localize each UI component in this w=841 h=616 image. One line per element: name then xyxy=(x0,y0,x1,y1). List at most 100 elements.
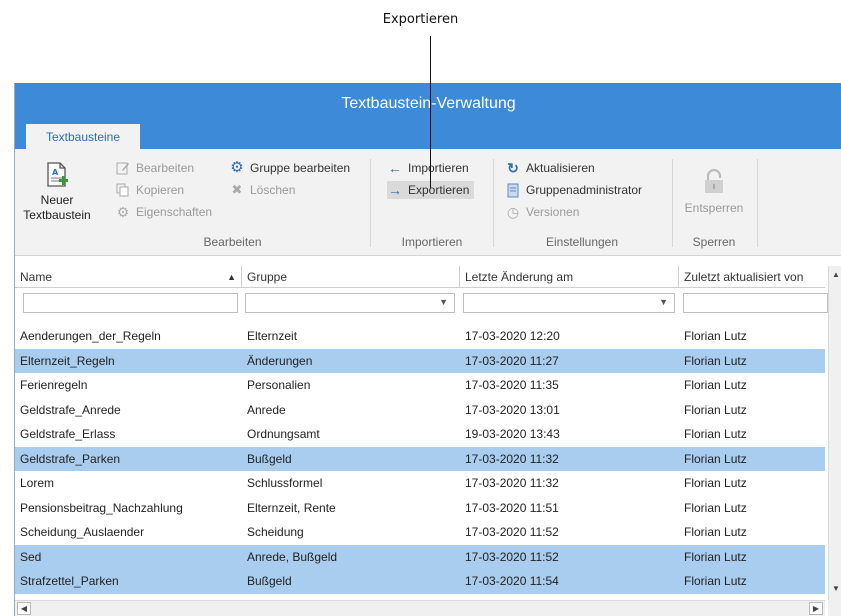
cell-von: Florian Lutz xyxy=(684,451,747,466)
cell-name: Scheidung_Auslaender xyxy=(20,525,145,539)
chevron-down-icon: ▼ xyxy=(439,297,448,307)
gear-icon: ⚙ xyxy=(230,159,244,176)
table-body: Aenderungen_der_Regeln Elternzeit 17-03-20… xyxy=(15,324,825,594)
vertical-scrollbar[interactable]: ▲ ▼ xyxy=(828,266,841,601)
window-title: Textbaustein-Verwaltung xyxy=(341,95,516,112)
callout-label: Exportieren xyxy=(382,12,459,27)
cell-name: Pensionsbeitrag_Nachzahlung xyxy=(20,500,183,515)
table-row[interactable]: Ferienregeln Personalien 17-03-2020 11:35 F… xyxy=(15,373,825,398)
cell-name: Strafzettel_Parken xyxy=(20,574,119,588)
aktualisieren-label: Aktualisieren xyxy=(526,161,595,175)
title-bar: Textbaustein-Verwaltung Textbausteine xyxy=(15,83,841,150)
textbaustein-table: Name ▲ Gruppe Letzte Änderung am Zuletzt… xyxy=(15,266,841,616)
app-window: Textbaustein-Verwaltung Textbausteine A … xyxy=(14,83,841,616)
cell-name: Elternzeit_Regeln xyxy=(20,353,115,368)
scrollbar-corner xyxy=(828,600,841,616)
table-row[interactable]: Aenderungen_der_Regeln Elternzeit 17-03-20… xyxy=(15,324,825,349)
gruppe-bearbeiten-label: Gruppe bearbeiten xyxy=(250,161,351,175)
scroll-down-icon[interactable]: ▼ xyxy=(832,584,840,593)
table-row[interactable]: Sed Anrede, Bußgeld 17-03-2020 11:52 Floria… xyxy=(15,544,825,569)
kopieren-label: Kopieren xyxy=(136,183,185,197)
cell-von: Florian Lutz xyxy=(684,378,747,392)
cell-gruppe: Anrede, Bußgeld xyxy=(247,549,338,564)
versionen-label: Versionen xyxy=(526,205,580,219)
table-row[interactable]: Elternzeit_Regeln Änderungen 17-03-2020 11… xyxy=(15,348,825,373)
table-row[interactable]: Scheidung_Auslaender Scheidung 17-03-2020 … xyxy=(15,520,825,545)
gruppenadministrator-label: Gruppenadministrator xyxy=(526,183,643,197)
cell-gruppe: Anrede xyxy=(247,402,286,417)
cell-gruppe: Bußgeld xyxy=(247,451,292,466)
table-row[interactable]: Geldstrafe_Erlass Ordnungsamt 19-03-2020 1… xyxy=(15,422,825,447)
table-row[interactable]: Lorem Schlussformel 17-03-2020 11:32 Floria… xyxy=(15,471,825,496)
cell-datum: 17-03-2020 11:52 xyxy=(465,525,559,539)
table-row[interactable]: Geldstrafe_Anrede Anrede 17-03-2020 13:01 F… xyxy=(15,398,825,423)
table-row[interactable]: Geldstrafe_Parken Bußgeld 17-03-2020 11:32… xyxy=(15,446,825,471)
cell-datum: 17-03-2020 13:01 xyxy=(465,402,560,417)
cell-gruppe: Elternzeit, Rente xyxy=(247,500,336,515)
bearbeiten-button[interactable]: Bearbeiten xyxy=(115,159,194,177)
tab-textbausteine[interactable]: Textbausteine xyxy=(25,123,141,150)
ribbon-group-importieren: ← Importieren → Exportieren Importieren xyxy=(377,157,487,251)
filter-gruppe-dropdown[interactable]: ▼ xyxy=(245,293,455,313)
loeschen-button[interactable]: ✖ Löschen xyxy=(229,181,296,199)
ribbon: A Neuer Textbaustein Bearbeiten Kopieren… xyxy=(15,149,841,256)
importieren-button[interactable]: ← Importieren xyxy=(387,159,469,177)
cell-datum: 17-03-2020 11:52 xyxy=(465,549,559,564)
cell-datum: 17-03-2020 11:32 xyxy=(465,451,559,466)
cell-von: Florian Lutz xyxy=(684,402,747,417)
column-header-letzte-aenderung[interactable]: Letzte Änderung am xyxy=(460,266,679,288)
exportieren-label: Exportieren xyxy=(408,183,470,197)
ribbon-group-einstellungen: ↻ Aktualisieren Gruppenadministrator ◷ V… xyxy=(499,157,665,251)
ribbon-group-bearbeiten: A Neuer Textbaustein Bearbeiten Kopieren… xyxy=(15,157,360,251)
group-label-einstellungen: Einstellungen xyxy=(545,235,619,249)
cell-gruppe: Änderungen xyxy=(247,353,313,368)
ribbon-separator xyxy=(370,159,371,247)
cell-name: Lorem xyxy=(20,476,55,490)
new-textbaustein-button[interactable]: A Neuer Textbaustein xyxy=(21,161,93,223)
cell-datum: 17-03-2020 11:27 xyxy=(465,353,559,368)
cell-gruppe: Ordnungsamt xyxy=(247,427,320,441)
cell-name: Geldstrafe_Parken xyxy=(20,451,121,466)
scroll-up-icon[interactable]: ▲ xyxy=(832,270,840,279)
edit-icon xyxy=(115,160,131,176)
column-header-name[interactable]: Name ▲ xyxy=(15,266,242,288)
versionen-button[interactable]: ◷ Versionen xyxy=(505,203,579,221)
table-row[interactable]: Pensionsbeitrag_Nachzahlung Elternzeit, R… xyxy=(15,496,825,521)
table-header: Name ▲ Gruppe Letzte Änderung am Zuletzt… xyxy=(15,266,825,288)
scroll-left-icon[interactable]: ◀ xyxy=(17,602,31,615)
aktualisieren-button[interactable]: ↻ Aktualisieren xyxy=(505,159,595,177)
filter-row: ▼ ▼ xyxy=(15,291,828,315)
column-header-gruppe[interactable]: Gruppe xyxy=(242,266,460,288)
scrollbar-thumb[interactable] xyxy=(831,288,840,568)
cell-von: Florian Lutz xyxy=(684,574,747,588)
filter-datum-dropdown[interactable]: ▼ xyxy=(463,293,675,313)
refresh-icon: ↻ xyxy=(507,160,519,176)
filter-von-input[interactable] xyxy=(683,293,828,313)
kopieren-button[interactable]: Kopieren xyxy=(115,181,184,199)
cell-von: Florian Lutz xyxy=(684,549,747,564)
scroll-right-icon[interactable]: ▶ xyxy=(809,602,823,615)
filter-name-input[interactable] xyxy=(23,293,238,313)
svg-text:A: A xyxy=(52,168,59,177)
ribbon-separator xyxy=(757,159,758,247)
column-header-zuletzt-aktualisiert[interactable]: Zuletzt aktualisiert von xyxy=(679,266,825,288)
copy-icon xyxy=(115,182,131,198)
cell-datum: 17-03-2020 12:20 xyxy=(465,329,560,343)
cell-von: Florian Lutz xyxy=(684,525,747,539)
gruppe-bearbeiten-button[interactable]: ⚙ Gruppe bearbeiten xyxy=(229,159,350,177)
cell-name: Geldstrafe_Anrede xyxy=(20,402,121,417)
gruppenadministrator-button[interactable]: Gruppenadministrator xyxy=(505,181,642,199)
importieren-label: Importieren xyxy=(408,161,469,175)
cell-datum: 17-03-2020 11:35 xyxy=(465,378,559,392)
entsperren-button[interactable]: Entsperren xyxy=(677,169,751,216)
group-label-importieren: Importieren xyxy=(401,235,463,249)
cell-datum: 17-03-2020 11:51 xyxy=(465,500,559,515)
table-row[interactable]: Strafzettel_Parken Bußgeld 17-03-2020 11:5… xyxy=(15,569,825,594)
cell-von: Florian Lutz xyxy=(684,427,747,441)
cell-von: Florian Lutz xyxy=(684,476,747,490)
cell-von: Florian Lutz xyxy=(684,500,747,515)
eigenschaften-button[interactable]: ⚙ Eigenschaften xyxy=(115,203,212,221)
horizontal-scrollbar[interactable]: ◀ ▶ xyxy=(15,600,825,616)
cell-datum: 19-03-2020 13:43 xyxy=(465,427,560,441)
cell-name: Geldstrafe_Erlass xyxy=(20,427,116,441)
